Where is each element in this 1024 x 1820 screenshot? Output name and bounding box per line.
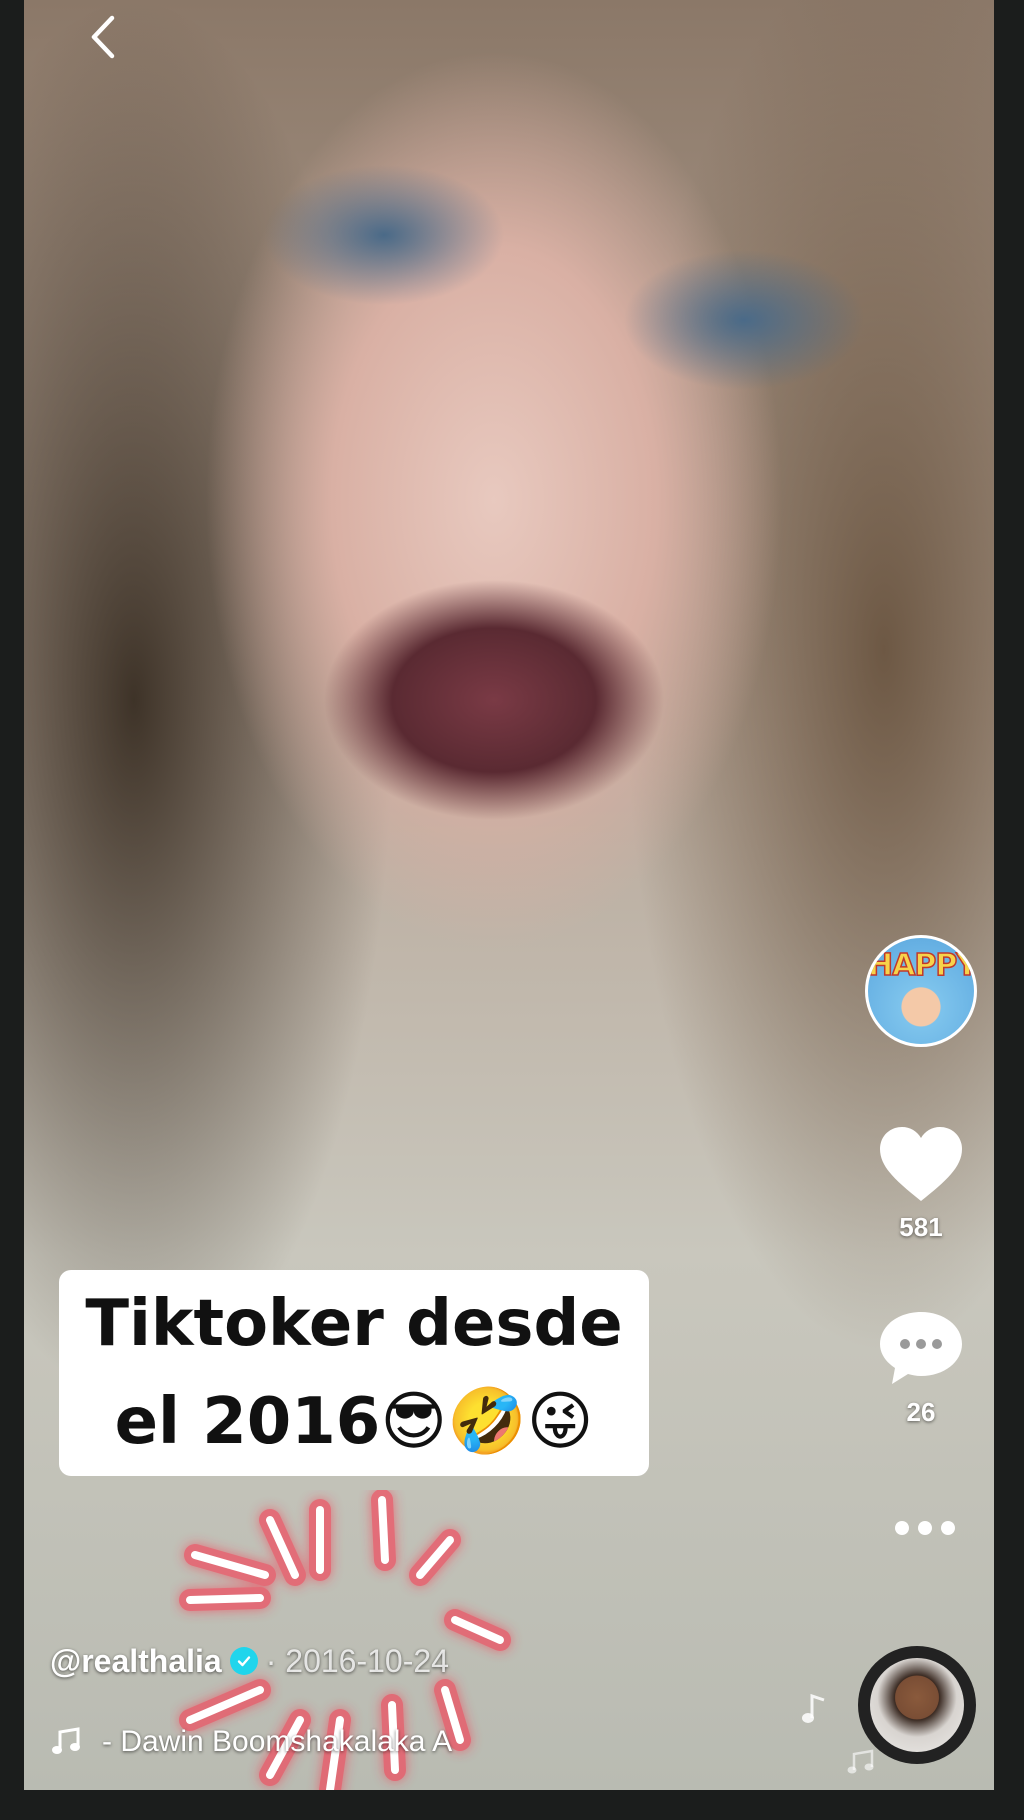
back-button[interactable] <box>78 12 128 62</box>
floating-note-icon <box>802 1693 825 1723</box>
music-note-icon <box>52 1727 80 1754</box>
video-frame[interactable]: HAPPY 581 26 Tiktoker desde el 2016😎🤣😜 @… <box>24 0 994 1790</box>
caption-sticker: Tiktoker desde el 2016😎🤣😜 <box>59 1270 649 1476</box>
more-dot <box>941 1521 955 1535</box>
more-options-button[interactable] <box>885 1510 965 1546</box>
floating-note-icon-2 <box>847 1749 874 1774</box>
music-disc-cover <box>870 1658 964 1752</box>
author-row[interactable]: @realthalia · 2016-10-24 <box>50 1637 449 1685</box>
verified-check-icon <box>229 1647 258 1675</box>
creator-avatar[interactable]: HAPPY <box>865 935 977 1047</box>
music-title: - Dawin Boomshakalaka A <box>102 1725 453 1758</box>
music-row[interactable]: - Dawin Boomshakalaka A <box>50 1718 570 1766</box>
like-button[interactable]: 581 <box>865 1125 977 1243</box>
comment-bubble-icon <box>880 1312 962 1384</box>
avatar-sticker-text: HAPPY <box>868 947 977 984</box>
caption-line-1: Tiktoker desde <box>85 1287 623 1361</box>
comment-count: 26 <box>906 1397 936 1427</box>
music-disc-button[interactable] <box>858 1646 976 1764</box>
author-handle[interactable]: @realthalia <box>50 1643 222 1680</box>
more-dots-icon <box>895 1521 909 1535</box>
more-dot <box>918 1521 932 1535</box>
check-icon <box>237 1656 250 1667</box>
caption-line-2: el 2016😎🤣😜 <box>114 1385 594 1459</box>
heart-icon <box>880 1127 962 1201</box>
like-count: 581 <box>899 1212 943 1242</box>
post-date: · 2016-10-24 <box>265 1642 449 1679</box>
comment-button[interactable]: 26 <box>865 1308 977 1428</box>
chevron-left-icon <box>91 15 115 59</box>
